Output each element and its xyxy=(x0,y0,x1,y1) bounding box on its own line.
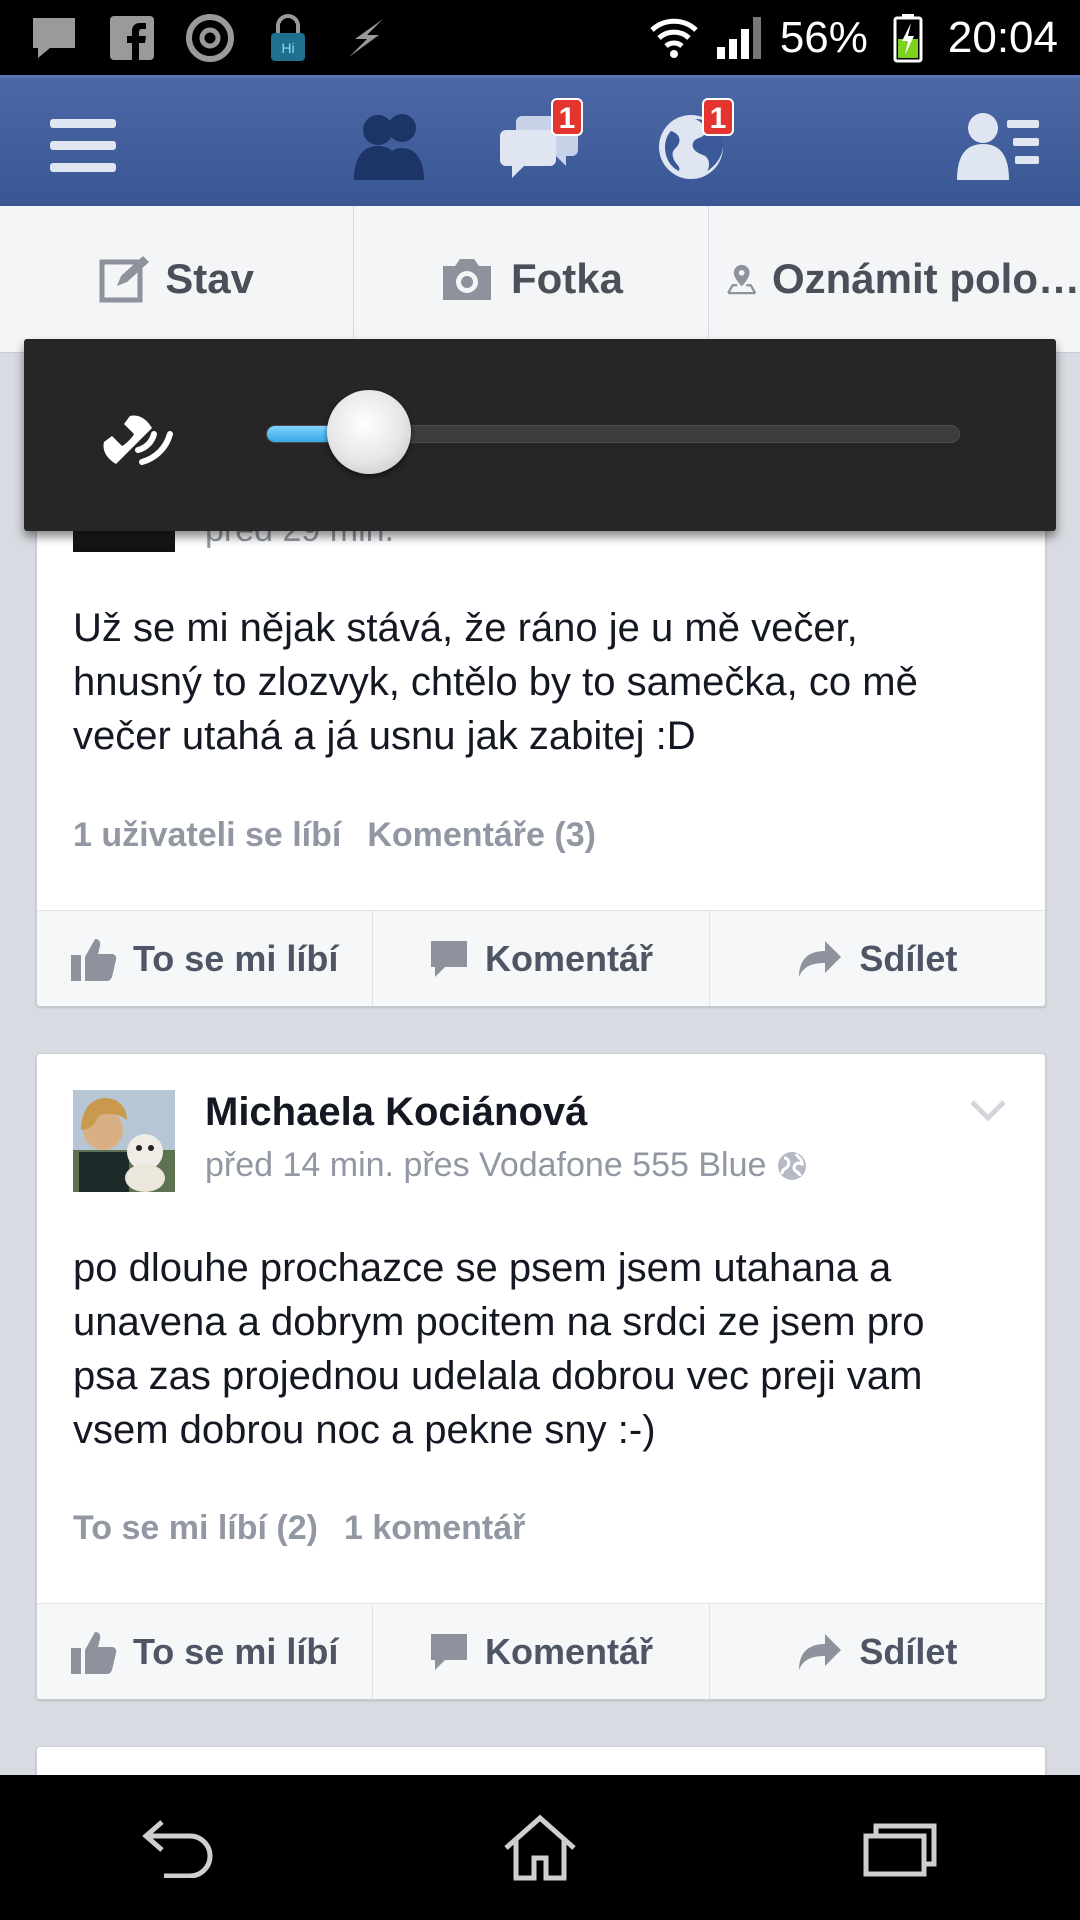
share-button[interactable]: Sdílet xyxy=(710,1604,1045,1699)
post-text-line: Už se mi nějak stává, že ráno je u mě ve… xyxy=(73,606,858,650)
recent-apps-icon[interactable] xyxy=(845,1803,955,1893)
avatar[interactable] xyxy=(73,1090,175,1192)
post-text: po dlouhe prochazce se psem jsem utahana… xyxy=(73,1241,1005,1457)
clock: 20:04 xyxy=(947,12,1058,62)
comments-count-link[interactable]: 1 komentář xyxy=(344,1509,525,1548)
share-label: Sdílet xyxy=(859,938,958,979)
like-button[interactable]: To se mi líbí xyxy=(37,911,374,1006)
notifications-badge: 1 xyxy=(702,98,734,136)
navigation-bar xyxy=(0,1775,1080,1920)
facebook-icon xyxy=(106,12,158,64)
photo-button[interactable]: Fotka xyxy=(354,206,709,352)
circle-app-icon xyxy=(184,12,236,64)
edit-icon xyxy=(99,256,150,303)
post-stats: 1 uživateli se líbí Komentáře (3) xyxy=(73,816,596,855)
comment-icon xyxy=(430,941,467,977)
battery-percent: 56% xyxy=(779,12,868,62)
thumbs-up-icon xyxy=(70,1632,117,1674)
flash-icon xyxy=(340,12,392,64)
menu-icon[interactable] xyxy=(38,100,128,190)
like-label: To se mi líbí xyxy=(132,1631,339,1672)
like-button[interactable]: To se mi líbí xyxy=(37,1604,374,1699)
comment-icon xyxy=(430,1634,467,1670)
location-pin-icon xyxy=(726,264,756,295)
account-icon[interactable] xyxy=(954,100,1044,190)
comment-button[interactable]: Komentář xyxy=(373,1604,710,1699)
comment-button[interactable]: Komentář xyxy=(373,911,710,1006)
status-bar: Hi 56% 20:04 xyxy=(0,0,1080,75)
app-header: 1 1 xyxy=(0,75,1080,206)
post-text-line: hnusný to zlozvyk, chtělo by to samečka,… xyxy=(73,660,918,704)
checkin-button[interactable]: Oznámit polo… xyxy=(709,206,1080,352)
thumbs-up-icon xyxy=(70,939,117,981)
post-meta: před 14 min. přes Vodafone 555 Blue xyxy=(205,1146,808,1185)
message-icon xyxy=(28,12,80,64)
post-text-line: unavena a dobrym pocitem na srdci ze jse… xyxy=(73,1300,925,1344)
comment-label: Komentář xyxy=(484,938,653,979)
camera-icon xyxy=(442,259,491,300)
wifi-icon xyxy=(648,12,700,64)
svg-text:Hi: Hi xyxy=(281,40,294,56)
post-author[interactable]: Michaela Kociánová xyxy=(205,1090,587,1135)
battery-charging-icon xyxy=(882,12,934,64)
post-text-line: vsem dobrou noc a pekne sny :-) xyxy=(73,1408,656,1452)
likes-count-link[interactable]: 1 uživateli se líbí xyxy=(73,816,341,855)
volume-slider-thumb[interactable] xyxy=(327,390,412,474)
messages-badge: 1 xyxy=(551,98,583,136)
friend-requests-icon[interactable] xyxy=(343,100,433,190)
signal-icon xyxy=(714,12,766,64)
like-label: To se mi líbí xyxy=(132,938,339,979)
comment-label: Komentář xyxy=(484,1631,653,1672)
lock-app-icon: Hi xyxy=(262,12,314,64)
share-button[interactable]: Sdílet xyxy=(710,911,1045,1006)
composer-bar: Stav Fotka Oznámit polo… xyxy=(0,206,1080,353)
post-text: Už se mi nějak stává, že ráno je u mě ve… xyxy=(73,601,1005,763)
post-stats: To se mi líbí (2) 1 komentář xyxy=(73,1509,525,1548)
status-label: Stav xyxy=(165,255,255,302)
globe-icon xyxy=(778,1151,807,1180)
post-time[interactable]: před 14 min. přes Vodafone 555 Blue xyxy=(205,1146,766,1185)
post-actions: To se mi líbí Komentář Sdílet xyxy=(37,910,1045,1006)
phone-volume-icon xyxy=(86,394,186,474)
comments-count-link[interactable]: Komentáře (3) xyxy=(367,816,596,855)
status-button[interactable]: Stav xyxy=(0,206,355,352)
notifications-icon[interactable]: 1 xyxy=(646,98,736,190)
home-icon[interactable] xyxy=(485,1803,595,1893)
post-text-line: večer utahá a já usnu jak zabitej :D xyxy=(73,714,696,758)
messages-icon[interactable]: 1 xyxy=(495,98,585,190)
post-text-line: po dlouhe prochazce se psem jsem utahana… xyxy=(73,1246,892,1290)
photo-label: Fotka xyxy=(510,255,623,302)
post-text-line: psa zas projednou udelala dobrou vec pre… xyxy=(73,1354,923,1398)
back-icon[interactable] xyxy=(125,1803,235,1893)
feed-post: Michaela Kociánová před 14 min. přes Vod… xyxy=(36,1053,1046,1700)
chevron-down-icon[interactable] xyxy=(969,1098,1007,1127)
likes-count-link[interactable]: To se mi líbí (2) xyxy=(73,1509,318,1548)
post-actions: To se mi líbí Komentář Sdílet xyxy=(37,1603,1045,1699)
share-icon xyxy=(799,1634,842,1670)
share-icon xyxy=(799,941,842,977)
checkin-label: Oznámit polo… xyxy=(771,255,1080,302)
share-label: Sdílet xyxy=(859,1631,958,1672)
volume-overlay xyxy=(24,339,1056,531)
